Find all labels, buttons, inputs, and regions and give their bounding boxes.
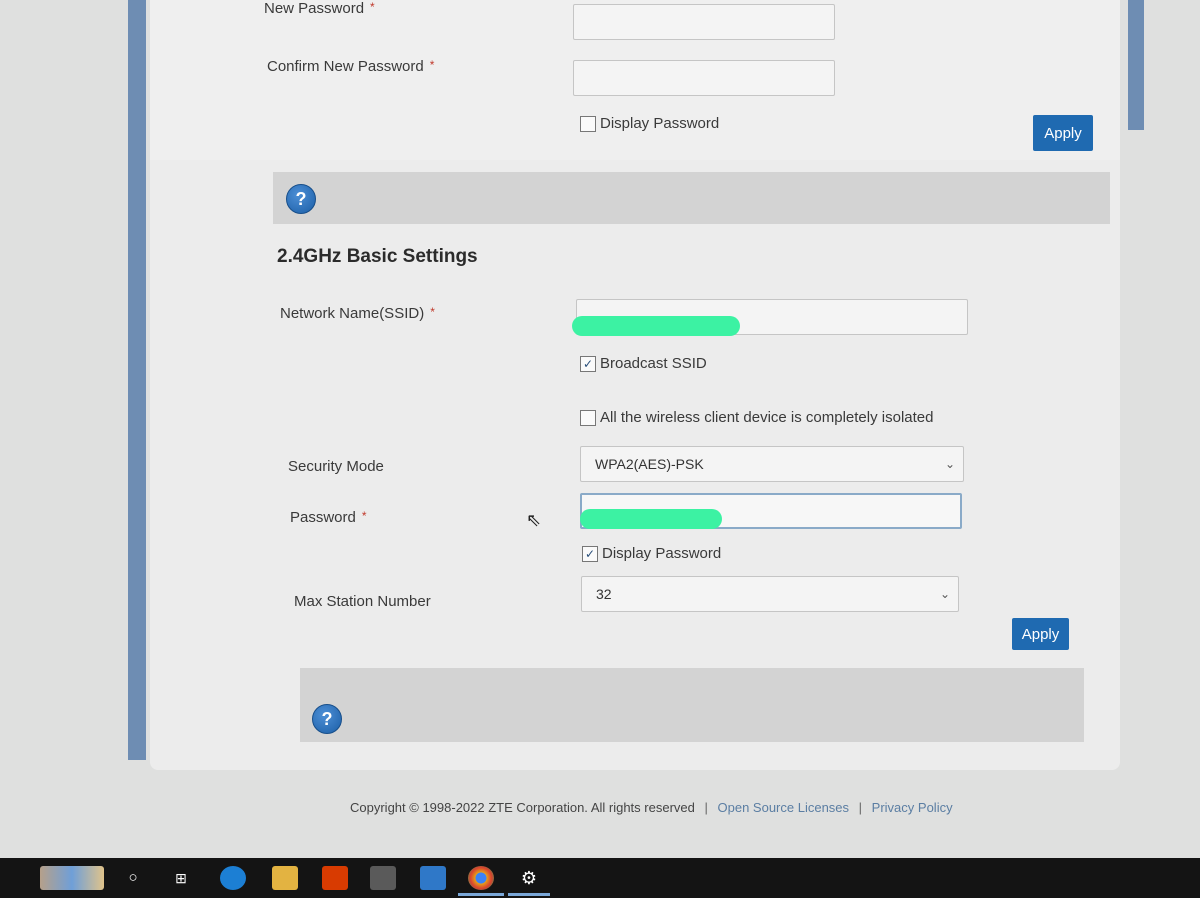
frame-left-border — [128, 0, 146, 760]
broadcast-ssid-row[interactable]: ✓ Broadcast SSID — [580, 355, 707, 372]
open-source-licenses-link[interactable]: Open Source Licenses — [718, 800, 850, 815]
footer-separator: | — [704, 800, 708, 815]
chevron-down-icon: ⌄ — [944, 457, 955, 471]
display-password-label: Display Password — [602, 545, 722, 562]
apply-button-password[interactable]: Apply — [1033, 115, 1093, 151]
ssid-label: Network Name(SSID) * — [280, 305, 435, 322]
security-mode-label: Security Mode — [288, 458, 384, 475]
max-station-label: Max Station Number — [294, 593, 431, 610]
active-app-indicator — [458, 893, 504, 896]
footer-separator: | — [858, 800, 863, 815]
isolation-label: All the wireless client device is comple… — [600, 409, 934, 426]
password-label: Password * — [290, 509, 367, 526]
search-icon[interactable]: ○ — [120, 866, 146, 890]
help-bar-password — [273, 172, 1110, 224]
help-icon[interactable]: ? — [312, 704, 342, 734]
privacy-policy-link[interactable]: Privacy Policy — [872, 800, 953, 815]
display-password-row[interactable]: ✓ Display Password — [582, 545, 721, 562]
max-station-value: 32 — [596, 586, 612, 602]
display-password-row-top[interactable]: Display Password — [580, 115, 719, 132]
footer: Copyright © 1998-2022 ZTE Corporation. A… — [350, 800, 953, 815]
password-redaction — [580, 509, 722, 529]
confirm-password-input[interactable] — [573, 60, 835, 96]
frame-right-border — [1128, 0, 1144, 130]
weather-widget-icon[interactable] — [40, 866, 104, 890]
isolation-checkbox[interactable] — [580, 409, 596, 426]
apply-button-basic[interactable]: Apply — [1012, 618, 1069, 650]
max-station-select[interactable]: 32 ⌄ — [581, 576, 959, 612]
isolation-row[interactable]: All the wireless client device is comple… — [580, 409, 933, 426]
display-password-checkbox-top[interactable] — [580, 115, 596, 132]
mouse-cursor-icon: ⇖ — [526, 510, 542, 530]
chevron-down-icon: ⌄ — [939, 587, 950, 601]
new-password-input[interactable] — [573, 4, 835, 40]
office-icon[interactable] — [322, 866, 348, 890]
security-mode-select[interactable]: WPA2(AES)-PSK ⌄ — [580, 446, 964, 482]
new-password-label: New Password * — [264, 0, 375, 17]
broadcast-ssid-label: Broadcast SSID — [600, 355, 707, 372]
mail-icon[interactable] — [420, 866, 446, 890]
gear-icon[interactable]: ⚙ — [516, 866, 542, 890]
confirm-password-label: Confirm New Password * — [267, 58, 435, 75]
display-password-label-top: Display Password — [600, 115, 720, 132]
task-view-icon[interactable]: ⊞ — [168, 866, 194, 890]
copyright-text: Copyright © 1998-2022 ZTE Corporation. A… — [350, 800, 695, 815]
edge-icon[interactable] — [220, 866, 246, 890]
broadcast-ssid-checkbox[interactable]: ✓ — [580, 355, 596, 372]
section-title: 2.4GHz Basic Settings — [277, 246, 478, 267]
help-icon[interactable]: ? — [286, 184, 316, 214]
ssid-redaction — [572, 316, 740, 336]
help-bar-basic — [300, 668, 1084, 742]
store-icon[interactable] — [370, 866, 396, 890]
file-explorer-icon[interactable] — [272, 866, 298, 890]
chrome-icon[interactable] — [468, 866, 494, 890]
active-app-indicator — [508, 893, 550, 896]
display-password-checkbox[interactable]: ✓ — [582, 545, 598, 562]
security-mode-value: WPA2(AES)-PSK — [595, 456, 704, 472]
